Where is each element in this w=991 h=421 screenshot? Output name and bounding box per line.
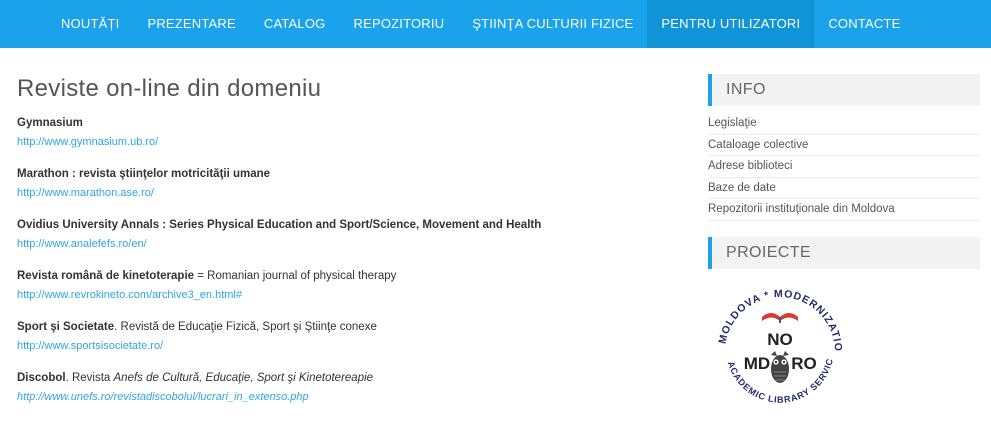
svg-text:RO: RO xyxy=(791,354,817,373)
journal-link[interactable]: http://www.gymnasium.ub.ro/ xyxy=(17,134,158,151)
nav-item-1[interactable]: PREZENTARE xyxy=(133,0,249,48)
logo-text-no: NO xyxy=(767,330,793,349)
journal-title: Marathon : revista ştiinţelor motricităţ… xyxy=(17,168,271,180)
info-link[interactable]: Repozitorii instituţionale din Moldova xyxy=(708,199,980,221)
page-title: Reviste on-line din domeniu xyxy=(17,75,322,102)
info-link[interactable]: Baze de date xyxy=(708,178,980,199)
journal-link[interactable]: http://www.analefefs.ro/en/ xyxy=(17,236,147,253)
journal-entry: Gymnasium http://www.gymnasium.ub.ro/ xyxy=(17,115,677,151)
journal-name: Discobol. Revista Anefs de Cultură, Educ… xyxy=(17,370,677,387)
nav-item-4[interactable]: ŞTIINŢA CULTURII FIZICE xyxy=(458,0,647,48)
owl-icon xyxy=(771,350,789,383)
journal-entry: Marathon : revista ştiinţelor motricităţ… xyxy=(17,166,677,202)
journal-title: Ovidius University Annals : Series Physi… xyxy=(17,219,542,231)
projects-heading: PROIECTE xyxy=(708,236,980,269)
main-content: Reviste on-line din domeniu Gymnasium htt… xyxy=(17,48,677,421)
journal-title: Discobol xyxy=(17,372,66,384)
journal-name: Sport şi Societate. Revistă de Educaţie … xyxy=(17,319,677,336)
journal-subtitle: = Romanian journal of physical therapy xyxy=(194,270,397,282)
journal-title: Revista română de kinetoterapie xyxy=(17,270,195,282)
journal-subtitle-italic: Anefs de Cultură, Educaţie, Sport şi Kin… xyxy=(113,372,374,384)
nomdro-logo[interactable]: IN MOLDOVA * MODERNIZATION OF ACADEMIC L… xyxy=(701,268,855,421)
info-link[interactable]: Cataloage colective xyxy=(708,135,980,156)
journal-subtitle: . Revista xyxy=(65,372,114,384)
journal-name: Marathon : revista ştiinţelor motricităţ… xyxy=(17,166,677,183)
sidebar: INFO Legislaţie Cataloage colective Adrese… xyxy=(701,74,980,421)
journal-name: Ovidius University Annals : Series Physi… xyxy=(17,217,677,234)
journal-link[interactable]: http://www.revrokineto.com/archive3_en.h… xyxy=(17,287,242,304)
journal-name: Revista română de kinetoterapie = Romani… xyxy=(17,268,677,285)
journal-link[interactable]: http://www.sportsisocietate.ro/ xyxy=(17,338,163,355)
journal-entry: Revista română de kinetoterapie = Romani… xyxy=(17,268,677,304)
top-navigation: NOUTĂȚI PREZENTARE CATALOG REPOZITORIU ŞTIIN… xyxy=(0,0,991,48)
journal-entry: Sport şi Societate. Revistă de Educaţie … xyxy=(17,319,677,355)
nav-item-3[interactable]: REPOZITORIU xyxy=(340,0,459,48)
journal-list: Gymnasium http://www.gymnasium.ub.ro/Mara… xyxy=(17,115,677,406)
info-list: Legislaţie Cataloage colective Adrese bibl… xyxy=(708,113,980,221)
journal-link[interactable]: http://www.marathon.ase.ro/ xyxy=(17,185,154,202)
nav-item-6[interactable]: CONTACTE xyxy=(814,0,914,48)
nav-item-0[interactable]: NOUTĂȚI xyxy=(47,0,133,48)
info-link[interactable]: Adrese biblioteci xyxy=(708,156,980,178)
nav-item-5[interactable]: PENTRU UTILIZATORI xyxy=(647,0,815,48)
journal-title: Sport şi Societate xyxy=(17,321,115,333)
journal-name: Gymnasium xyxy=(17,115,677,132)
nav-item-2[interactable]: CATALOG xyxy=(250,0,340,48)
journal-subtitle: . Revistă de Educaţie Fizică, Sport şi Ş… xyxy=(114,321,377,333)
svg-text:MD: MD xyxy=(744,354,770,373)
journal-title: Gymnasium xyxy=(17,117,83,129)
info-heading: INFO xyxy=(708,74,980,106)
nomdro-logo-image: IN MOLDOVA * MODERNIZATION OF ACADEMIC L… xyxy=(701,268,843,405)
journal-entry: Ovidius University Annals : Series Physi… xyxy=(17,217,677,253)
journal-link[interactable]: http://www.unefs.ro/revistadiscobolul/lu… xyxy=(17,389,309,406)
journal-entry: Discobol. Revista Anefs de Cultură, Educ… xyxy=(17,370,677,406)
info-link[interactable]: Legislaţie xyxy=(708,113,980,135)
